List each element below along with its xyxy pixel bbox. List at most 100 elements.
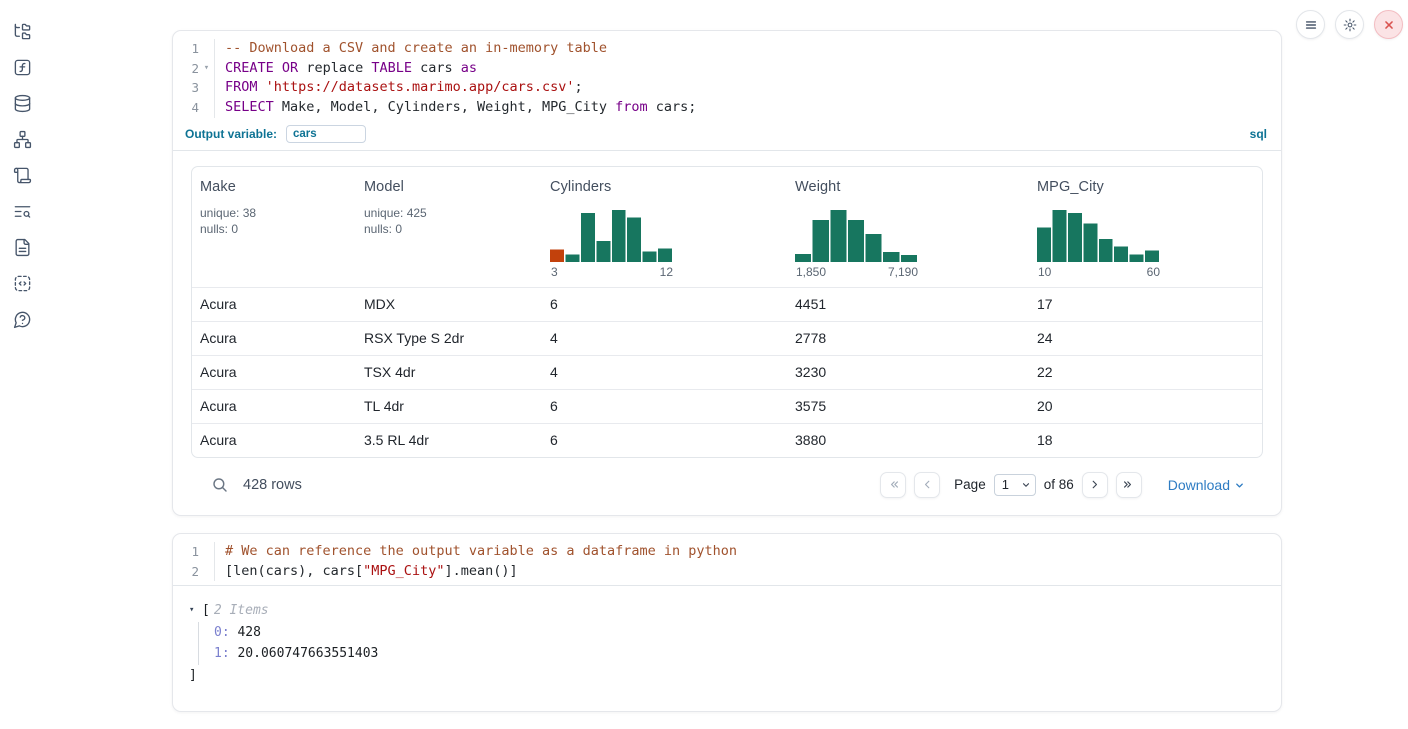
close-icon [1382, 18, 1396, 32]
table-cell: 3230 [787, 356, 1029, 389]
next-page-button[interactable] [1082, 472, 1108, 498]
last-page-button[interactable] [1116, 472, 1142, 498]
line-number: 4 [173, 98, 199, 118]
line-number: 1 [173, 39, 199, 59]
table-footer: 428 rows Page 1 of 86 [191, 458, 1263, 498]
table-cell: RSX Type S 2dr [356, 322, 542, 355]
table-cell: 17 [1029, 288, 1262, 321]
collapse-chevron-icon[interactable]: ▾ [189, 600, 202, 622]
function-square-icon[interactable] [13, 58, 32, 77]
documentation-icon[interactable] [13, 238, 32, 257]
table-cell: 3.5 RL 4dr [356, 424, 542, 457]
tree-item-key: 0: [214, 625, 230, 640]
table-cell: Acura [192, 424, 356, 457]
table-cell: 24 [1029, 322, 1262, 355]
line-number: 2 [173, 562, 199, 582]
fold-chevron-icon[interactable]: ▾ [199, 59, 214, 79]
table-cell: 4 [542, 356, 787, 389]
fold-gutter [199, 98, 214, 118]
code-text: CREATE OR replace TABLE cars as [214, 59, 1281, 79]
table-cell: MDX [356, 288, 542, 321]
histogram-axis-labels: 1060 [1037, 265, 1161, 279]
page-total-label: of 86 [1044, 477, 1074, 492]
tree-item: 0: 428 [214, 622, 1265, 644]
table-cell: 18 [1029, 424, 1262, 457]
search-icon[interactable] [211, 476, 229, 494]
code-text: SELECT Make, Model, Cylinders, Weight, M… [214, 98, 1281, 118]
output-variable-input[interactable] [286, 125, 366, 143]
logs-search-icon[interactable] [13, 202, 32, 221]
shutdown-button[interactable] [1374, 10, 1403, 39]
menu-icon [1304, 18, 1318, 32]
column-header: Modelunique: 425nulls: 0 [356, 167, 542, 287]
column-stats: unique: 425nulls: 0 [364, 205, 534, 238]
close-bracket: ] [189, 665, 1265, 687]
fold-gutter [199, 562, 214, 582]
table-cell: TL 4dr [356, 390, 542, 423]
items-count-label: 2 Items [214, 600, 269, 622]
table-cell: 4 [542, 322, 787, 355]
sql-cell-output: Makeunique: 38nulls: 0Modelunique: 425nu… [173, 151, 1281, 498]
first-page-button[interactable] [880, 472, 906, 498]
fold-gutter [199, 39, 214, 59]
column-name: MPG_City [1037, 179, 1254, 195]
notebook-actions [1296, 10, 1403, 39]
output-variable-label: Output variable: [185, 127, 277, 141]
database-icon[interactable] [13, 94, 32, 113]
table-cell: Acura [192, 288, 356, 321]
tree-item-value: 20.060747663551403 [230, 646, 379, 661]
table-row[interactable]: AcuraTL 4dr6357520 [192, 389, 1262, 423]
code-line: 3FROM 'https://datasets.marimo.app/cars.… [173, 78, 1281, 98]
file-tree-icon[interactable] [13, 22, 32, 41]
table-cell: 3880 [787, 424, 1029, 457]
open-bracket: [ [202, 600, 210, 622]
table-row[interactable]: AcuraMDX6445117 [192, 287, 1262, 321]
column-histogram [550, 210, 672, 262]
code-line: 1# We can reference the output variable … [173, 542, 1281, 562]
table-row[interactable]: AcuraTSX 4dr4323022 [192, 355, 1262, 389]
table-cell: TSX 4dr [356, 356, 542, 389]
table-cell: 6 [542, 390, 787, 423]
line-number: 2 [173, 59, 199, 79]
pagination: Page 1 of 86 Download [880, 472, 1245, 498]
code-text: -- Download a CSV and create an in-memor… [214, 39, 1281, 59]
snippets-icon[interactable] [13, 274, 32, 293]
previous-page-button[interactable] [914, 472, 940, 498]
help-chat-icon[interactable] [13, 310, 32, 329]
table-cell: Acura [192, 322, 356, 355]
download-button[interactable]: Download [1168, 477, 1245, 493]
python-cell-output: ▾ [ 2 Items 0: 4281: 20.060747663551403 … [173, 586, 1281, 700]
tree-item: 1: 20.060747663551403 [214, 643, 1265, 665]
code-text: # We can reference the output variable a… [214, 542, 1281, 562]
column-header: MPG_City 1060 [1029, 167, 1262, 287]
data-table: Makeunique: 38nulls: 0Modelunique: 425nu… [191, 166, 1263, 458]
dependency-graph-icon[interactable] [13, 130, 32, 149]
column-header: Weight1,8507,190 [787, 167, 1029, 287]
code-line: 1 -- Download a CSV and create an in-memo… [173, 39, 1281, 59]
fold-gutter [199, 542, 214, 562]
histogram-wrap: 1,8507,190 [795, 210, 919, 279]
line-number: 3 [173, 78, 199, 98]
column-name: Make [200, 179, 348, 195]
sql-code-editor[interactable]: 1 -- Download a CSV and create an in-memo… [173, 31, 1281, 122]
table-cell: 6 [542, 288, 787, 321]
table-row[interactable]: AcuraRSX Type S 2dr4277824 [192, 321, 1262, 355]
menu-button[interactable] [1296, 10, 1325, 39]
python-cell: 1# We can reference the output variable … [172, 533, 1282, 712]
table-row[interactable]: Acura3.5 RL 4dr6388018 [192, 423, 1262, 457]
language-badge: sql [1250, 127, 1267, 141]
column-name: Cylinders [550, 179, 779, 195]
table-cell: Acura [192, 390, 356, 423]
chevron-down-icon [1021, 480, 1031, 490]
chevrons-right-icon [1122, 478, 1135, 491]
python-code-editor[interactable]: 1# We can reference the output variable … [173, 534, 1281, 585]
table-body: AcuraMDX6445117AcuraRSX Type S 2dr427782… [192, 287, 1262, 457]
histogram-axis-labels: 312 [550, 265, 674, 279]
fold-gutter [199, 78, 214, 98]
column-header: Cylinders 312 [542, 167, 787, 287]
scratchpad-icon[interactable] [13, 166, 32, 185]
table-cell: 2778 [787, 322, 1029, 355]
table-cell: 4451 [787, 288, 1029, 321]
page-select[interactable]: 1 [994, 474, 1036, 496]
settings-button[interactable] [1335, 10, 1364, 39]
